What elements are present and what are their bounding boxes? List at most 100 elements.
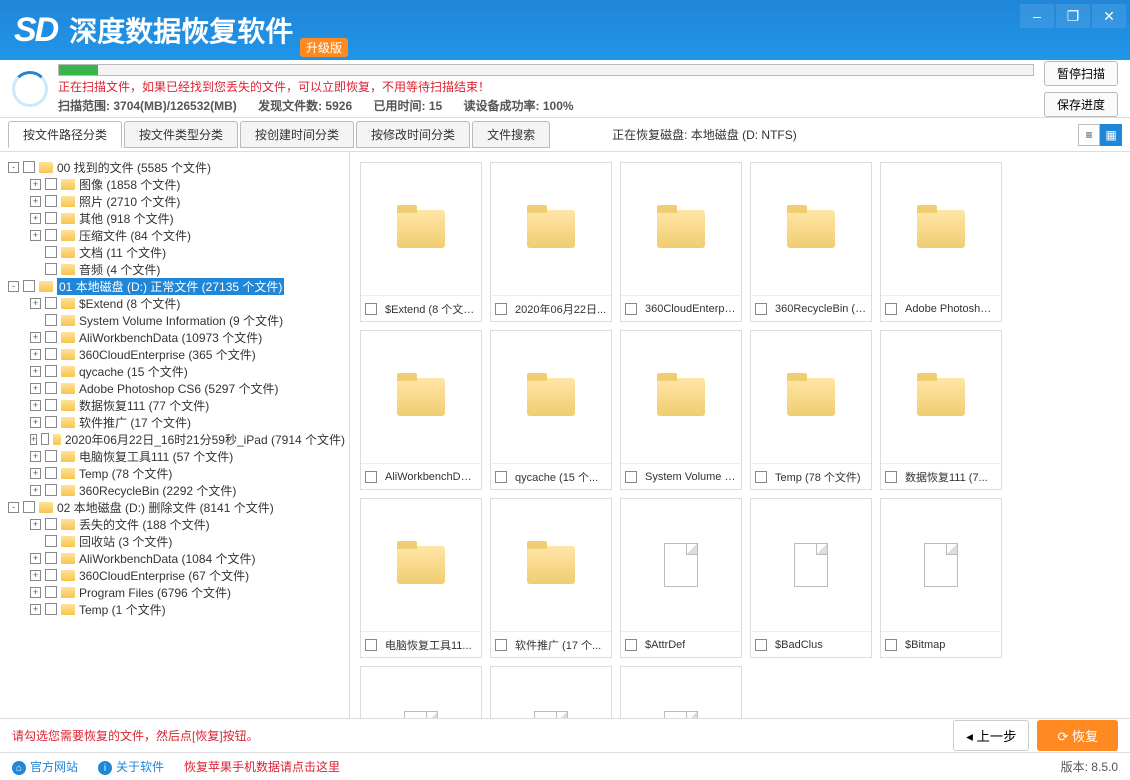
expander-icon[interactable]: - xyxy=(8,162,19,173)
checkbox[interactable] xyxy=(41,433,49,445)
grid-item[interactable]: AliWorkbenchDat... xyxy=(360,330,482,490)
grid-item[interactable]: 电脑恢复工具11... xyxy=(360,498,482,658)
checkbox[interactable] xyxy=(45,552,57,564)
expander-icon[interactable]: + xyxy=(30,349,41,360)
tree-node[interactable]: -02 本地磁盘 (D:) 删除文件 (8141 个文件) xyxy=(4,499,345,515)
checkbox[interactable] xyxy=(625,303,637,315)
checkbox[interactable] xyxy=(755,303,767,315)
checkbox[interactable] xyxy=(45,331,57,343)
expander-icon[interactable]: + xyxy=(30,400,41,411)
grid-item[interactable]: System Volume In... xyxy=(620,330,742,490)
checkbox[interactable] xyxy=(45,416,57,428)
checkbox[interactable] xyxy=(495,303,507,315)
checkbox[interactable] xyxy=(45,229,57,241)
grid-item[interactable]: $Boot xyxy=(360,666,482,718)
tab-1[interactable]: 按文件类型分类 xyxy=(124,121,238,148)
tab-2[interactable]: 按创建时间分类 xyxy=(240,121,354,148)
expander-icon[interactable]: + xyxy=(30,519,41,530)
close-button[interactable]: ✕ xyxy=(1092,4,1126,28)
grid-item[interactable]: $LogFile xyxy=(490,666,612,718)
tree-node[interactable]: +360CloudEnterprise (67 个文件) xyxy=(4,567,345,583)
grid-item[interactable]: qycache (15 个... xyxy=(490,330,612,490)
checkbox[interactable] xyxy=(45,382,57,394)
grid-item[interactable]: $MFT xyxy=(620,666,742,718)
grid-item[interactable]: 2020年06月22日... xyxy=(490,162,612,322)
official-site-link[interactable]: ⌂官方网站 xyxy=(12,758,78,776)
tree-node[interactable]: +图像 (1858 个文件) xyxy=(4,176,345,192)
tab-4[interactable]: 文件搜索 xyxy=(472,121,550,148)
tree-node[interactable]: +电脑恢复工具111 (57 个文件) xyxy=(4,448,345,464)
tree-node[interactable]: +照片 (2710 个文件) xyxy=(4,193,345,209)
tree-node[interactable]: +360RecycleBin (2292 个文件) xyxy=(4,482,345,498)
tree-node[interactable]: -01 本地磁盘 (D:) 正常文件 (27135 个文件) xyxy=(4,278,345,294)
expander-icon[interactable]: + xyxy=(30,468,41,479)
tree-node[interactable]: -00 找到的文件 (5585 个文件) xyxy=(4,159,345,175)
grid-item[interactable]: $Bitmap xyxy=(880,498,1002,658)
expander-icon[interactable]: + xyxy=(30,213,41,224)
checkbox[interactable] xyxy=(23,501,35,513)
iphone-recovery-link[interactable]: 恢复苹果手机数据请点击这里 xyxy=(184,758,340,775)
checkbox[interactable] xyxy=(755,639,767,651)
maximize-button[interactable]: ❐ xyxy=(1056,4,1090,28)
save-progress-button[interactable]: 保存进度 xyxy=(1044,92,1118,117)
tree-node[interactable]: +Program Files (6796 个文件) xyxy=(4,584,345,600)
grid-item[interactable]: $Extend (8 个文件) xyxy=(360,162,482,322)
expander-icon[interactable]: + xyxy=(30,570,41,581)
checkbox[interactable] xyxy=(45,569,57,581)
folder-tree[interactable]: -00 找到的文件 (5585 个文件)+图像 (1858 个文件)+照片 (2… xyxy=(0,152,350,718)
checkbox[interactable] xyxy=(45,450,57,462)
tree-node[interactable]: +Temp (78 个文件) xyxy=(4,465,345,481)
expander-icon[interactable]: + xyxy=(30,485,41,496)
checkbox[interactable] xyxy=(23,161,35,173)
tree-node[interactable]: +360CloudEnterprise (365 个文件) xyxy=(4,346,345,362)
about-link[interactable]: i关于软件 xyxy=(98,758,164,776)
checkbox[interactable] xyxy=(45,297,57,309)
grid-item[interactable]: $BadClus xyxy=(750,498,872,658)
checkbox[interactable] xyxy=(625,471,637,483)
tree-node[interactable]: +Temp (1 个文件) xyxy=(4,601,345,617)
expander-icon[interactable]: + xyxy=(30,587,41,598)
checkbox[interactable] xyxy=(45,246,57,258)
checkbox[interactable] xyxy=(885,303,897,315)
checkbox[interactable] xyxy=(45,195,57,207)
checkbox[interactable] xyxy=(45,586,57,598)
grid-item[interactable]: 数据恢复111 (7... xyxy=(880,330,1002,490)
previous-button[interactable]: ◂ 上一步 xyxy=(953,720,1029,751)
tree-node[interactable]: +其他 (918 个文件) xyxy=(4,210,345,226)
checkbox[interactable] xyxy=(495,639,507,651)
grid-item[interactable]: Temp (78 个文件) xyxy=(750,330,872,490)
checkbox[interactable] xyxy=(45,518,57,530)
grid-item[interactable]: 360CloudEnterpri... xyxy=(620,162,742,322)
grid-item[interactable]: $AttrDef xyxy=(620,498,742,658)
expander-icon[interactable]: - xyxy=(8,502,19,513)
checkbox[interactable] xyxy=(885,471,897,483)
grid-item[interactable]: 360RecycleBin (2... xyxy=(750,162,872,322)
expander-icon[interactable]: + xyxy=(30,298,41,309)
expander-icon[interactable]: + xyxy=(30,366,41,377)
checkbox[interactable] xyxy=(45,467,57,479)
checkbox[interactable] xyxy=(45,399,57,411)
grid-item[interactable]: Adobe Photoshop... xyxy=(880,162,1002,322)
tree-node[interactable]: +Adobe Photoshop CS6 (5297 个文件) xyxy=(4,380,345,396)
tree-node[interactable]: +数据恢复111 (77 个文件) xyxy=(4,397,345,413)
recover-button[interactable]: ⟳ 恢复 xyxy=(1037,720,1118,751)
view-grid-button[interactable]: ▦ xyxy=(1100,124,1122,146)
checkbox[interactable] xyxy=(625,639,637,651)
checkbox[interactable] xyxy=(755,471,767,483)
tree-node[interactable]: 回收站 (3 个文件) xyxy=(4,533,345,549)
tree-node[interactable]: System Volume Information (9 个文件) xyxy=(4,312,345,328)
expander-icon[interactable]: + xyxy=(30,230,41,241)
tree-node[interactable]: 音频 (4 个文件) xyxy=(4,261,345,277)
checkbox[interactable] xyxy=(45,484,57,496)
tree-node[interactable]: +2020年06月22日_16时21分59秒_iPad (7914 个文件) xyxy=(4,431,345,447)
checkbox[interactable] xyxy=(45,348,57,360)
checkbox[interactable] xyxy=(45,314,57,326)
file-grid[interactable]: $Extend (8 个文件)2020年06月22日...360CloudEnt… xyxy=(350,152,1130,718)
tree-node[interactable]: +AliWorkbenchData (10973 个文件) xyxy=(4,329,345,345)
tree-node[interactable]: +AliWorkbenchData (1084 个文件) xyxy=(4,550,345,566)
tree-node[interactable]: 文档 (11 个文件) xyxy=(4,244,345,260)
grid-item[interactable]: 软件推广 (17 个... xyxy=(490,498,612,658)
expander-icon[interactable]: + xyxy=(30,383,41,394)
expander-icon[interactable]: + xyxy=(30,434,37,445)
expander-icon[interactable]: + xyxy=(30,332,41,343)
